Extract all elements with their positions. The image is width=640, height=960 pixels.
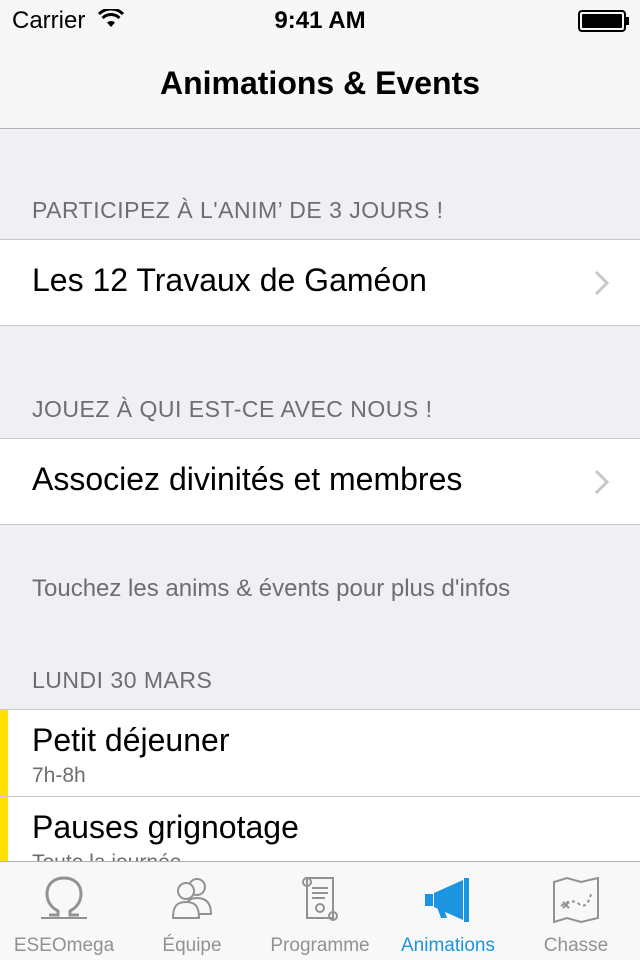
event-list: Petit déjeuner 7h-8h Pauses grignotage T… xyxy=(0,709,640,861)
tab-chasse[interactable]: Chasse xyxy=(512,862,640,960)
event-title: Pauses grignotage xyxy=(32,809,299,845)
battery-icon xyxy=(578,10,630,37)
navigation-bar: Animations & Events xyxy=(0,40,640,129)
chevron-right-icon xyxy=(594,270,610,301)
cell-label: Les 12 Travaux de Gaméon xyxy=(32,262,427,298)
tab-eseomega[interactable]: ESEOmega xyxy=(0,862,128,960)
tab-bar: ESEOmega Équipe Programme Animations Cha… xyxy=(0,861,640,960)
status-time: 9:41 AM xyxy=(274,7,366,34)
status-bar: Carrier 9:41 AM xyxy=(0,0,640,40)
page-title: Animations & Events xyxy=(159,65,481,101)
tab-label: Équipe xyxy=(162,935,222,956)
cell-12-travaux[interactable]: Les 12 Travaux de Gaméon xyxy=(0,239,640,326)
event-title: Petit déjeuner xyxy=(32,722,230,758)
tab-label: ESEOmega xyxy=(13,935,115,956)
event-time: Toute la journée xyxy=(32,851,181,861)
cell-label: Associez divinités et membres xyxy=(32,461,463,497)
event-row[interactable]: Petit déjeuner 7h-8h xyxy=(0,710,640,797)
event-accent-bar xyxy=(0,710,8,796)
event-accent-bar xyxy=(0,797,8,861)
section-header-qui-est-ce: JOUEZ À QUI EST-CE AVEC NOUS ! xyxy=(32,396,433,422)
tab-animations[interactable]: Animations xyxy=(384,862,512,960)
tab-label: Programme xyxy=(270,935,370,956)
section-header-day: LUNDI 30 MARS xyxy=(32,667,213,693)
tab-label: Animations xyxy=(401,935,495,956)
event-row[interactable]: Pauses grignotage Toute la journée xyxy=(0,797,640,861)
tab-programme[interactable]: Programme xyxy=(256,862,384,960)
event-time: 7h-8h xyxy=(32,764,86,787)
info-note: Touchez les anims & évents pour plus d'i… xyxy=(32,575,511,602)
chevron-right-icon xyxy=(594,469,610,500)
cell-associez-divinites[interactable]: Associez divinités et membres xyxy=(0,438,640,525)
tab-equipe[interactable]: Équipe xyxy=(128,862,256,960)
section-header-anim-3-jours: PARTICIPEZ À L'ANIM’ DE 3 JOURS ! xyxy=(32,197,444,223)
table-view[interactable]: PARTICIPEZ À L'ANIM’ DE 3 JOURS ! Les 12… xyxy=(0,129,640,861)
tab-label: Chasse xyxy=(543,935,609,956)
